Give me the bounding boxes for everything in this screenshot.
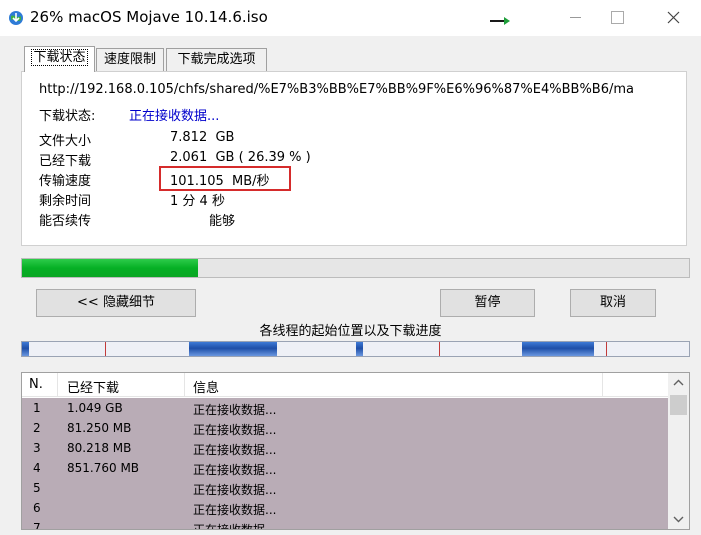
thread-list-body: 1 1.049 GB 正在接收数据... 2 81.250 MB 正在接收数据... 3 80… <box>22 398 668 530</box>
thread-number: 4 <box>33 461 41 475</box>
thread-progress-segment <box>22 342 29 356</box>
downloaded-label: 已经下载 <box>39 154 92 169</box>
pause-button[interactable]: 暂停 <box>440 289 535 317</box>
scroll-up-button[interactable] <box>668 373 689 393</box>
remaining-label: 剩余时间 <box>39 194 92 209</box>
list-item[interactable]: 6 正在接收数据... <box>22 498 668 518</box>
resume-value: 能够 <box>209 214 236 229</box>
thread-info: 正在接收数据... <box>193 503 277 517</box>
thread-progress-bar <box>21 341 690 357</box>
close-icon <box>667 11 680 24</box>
tab-speed-limit[interactable]: 速度限制 <box>96 48 164 71</box>
thread-number: 6 <box>33 501 41 515</box>
thread-list: N. 已经下载 信息 1 1.049 GB 正在接收数据... 2 81.250 MB 正… <box>21 372 690 530</box>
column-header-info[interactable]: 信息 <box>193 377 219 396</box>
thread-start-marker <box>606 342 607 356</box>
column-header-n[interactable]: N. <box>29 377 43 392</box>
arrow-cursor-icon <box>490 17 510 25</box>
tab-download-status[interactable]: 下载状态 <box>24 46 95 72</box>
file-size-value: 7.812 GB <box>170 130 235 145</box>
minimize-button[interactable] <box>552 0 598 36</box>
thread-downloaded: 851.760 MB <box>67 461 140 475</box>
title-bar: 26% macOS Mojave 10.14.6.iso <box>0 0 701 36</box>
thread-progress-segment <box>189 342 277 356</box>
thread-number: 7 <box>33 521 41 530</box>
thread-progress-segment <box>522 342 594 356</box>
threads-caption: 各线程的起始位置以及下载进度 <box>259 324 442 339</box>
maximize-button[interactable] <box>598 0 644 36</box>
thread-number: 5 <box>33 481 41 495</box>
downloaded-value: 2.061 GB ( 26.39 % ) <box>170 150 311 165</box>
list-item[interactable]: 1 1.049 GB 正在接收数据... <box>22 398 668 418</box>
thread-number: 1 <box>33 401 41 415</box>
resume-label: 能否续传 <box>39 214 92 229</box>
download-globe-icon <box>9 11 23 25</box>
download-progress-bar <box>21 258 690 278</box>
speed-label: 传输速度 <box>39 174 92 189</box>
hide-details-button[interactable]: << 隐藏细节 <box>36 289 196 317</box>
list-item[interactable]: 4 851.760 MB 正在接收数据... <box>22 458 668 478</box>
thread-info: 正在接收数据... <box>193 423 277 437</box>
tab-completion-options[interactable]: 下载完成选项 <box>166 48 267 71</box>
list-item[interactable]: 2 81.250 MB 正在接收数据... <box>22 418 668 438</box>
thread-list-header: N. 已经下载 信息 <box>22 373 668 397</box>
thread-start-marker <box>105 342 106 356</box>
thread-info: 正在接收数据... <box>193 483 277 497</box>
status-value: 正在接收数据... <box>129 109 220 124</box>
thread-number: 3 <box>33 441 41 455</box>
vertical-scrollbar[interactable] <box>668 373 689 529</box>
chevron-up-icon <box>673 379 684 386</box>
scroll-down-button[interactable] <box>668 509 689 529</box>
list-item[interactable]: 5 正在接收数据... <box>22 478 668 498</box>
remaining-value: 1 分 4 秒 <box>170 194 225 209</box>
thread-info: 正在接收数据... <box>193 463 277 477</box>
progress-fill <box>22 259 199 277</box>
cancel-button[interactable]: 取消 <box>570 289 656 317</box>
thread-start-marker <box>439 342 440 356</box>
thread-info: 正在接收数据... <box>193 443 277 457</box>
download-status-panel: http://192.168.0.105/chfs/shared/%E7%B3%… <box>21 71 687 246</box>
thread-downloaded: 81.250 MB <box>67 421 132 435</box>
thread-downloaded: 80.218 MB <box>67 441 132 455</box>
column-divider[interactable] <box>57 373 58 397</box>
thread-info: 正在接收数据 <box>193 523 266 530</box>
thread-info: 正在接收数据... <box>193 403 277 417</box>
column-divider[interactable] <box>184 373 185 397</box>
list-item[interactable]: 3 80.218 MB 正在接收数据... <box>22 438 668 458</box>
chevron-down-icon <box>673 516 684 523</box>
window-title: 26% macOS Mojave 10.14.6.iso <box>30 8 268 26</box>
speed-highlight-box <box>159 166 291 191</box>
close-button[interactable] <box>650 0 696 36</box>
file-size-label: 文件大小 <box>39 134 92 149</box>
scrollbar-thumb[interactable] <box>670 395 687 415</box>
thread-progress-segment <box>356 342 363 356</box>
column-divider[interactable] <box>602 373 603 397</box>
list-item[interactable]: 7 正在接收数据 <box>22 518 668 530</box>
status-label: 下载状态: <box>39 109 96 124</box>
column-header-downloaded[interactable]: 已经下载 <box>67 377 119 396</box>
thread-downloaded: 1.049 GB <box>67 401 123 415</box>
download-url: http://192.168.0.105/chfs/shared/%E7%B3%… <box>39 82 634 97</box>
thread-number: 2 <box>33 421 41 435</box>
